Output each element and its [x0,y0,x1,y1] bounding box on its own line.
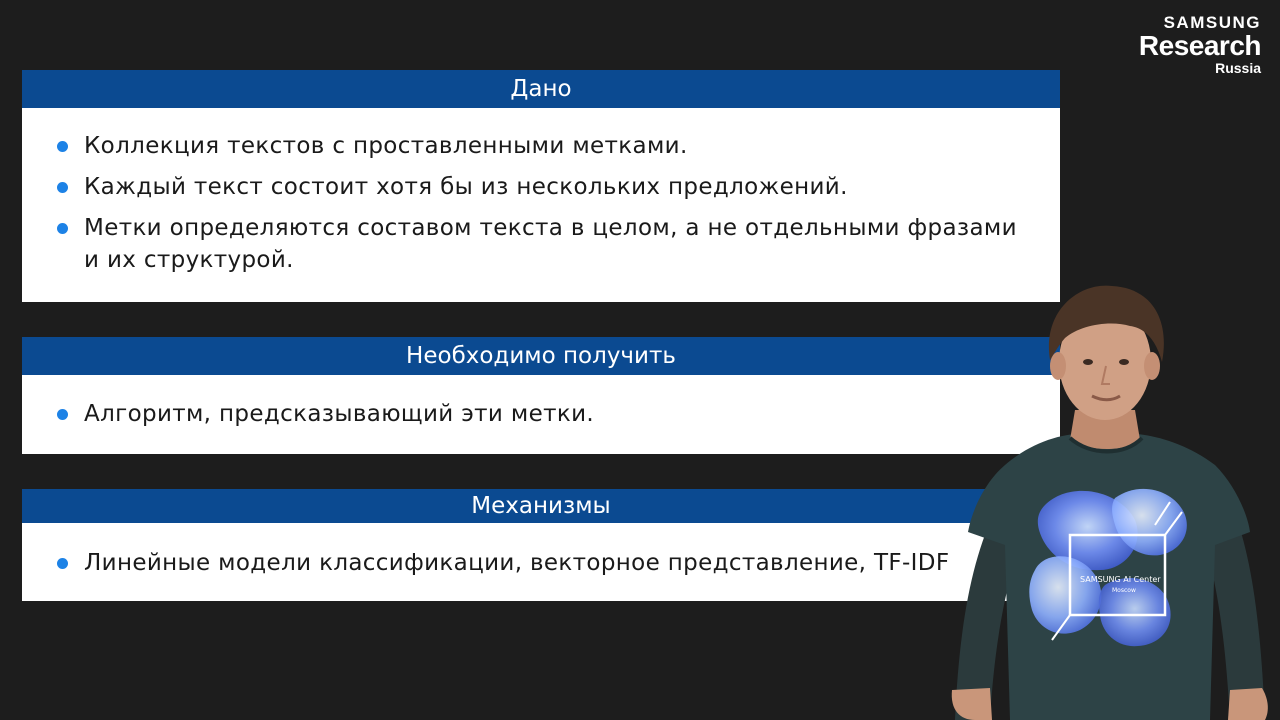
slide-frame: SAMSUNG Research Russia Дано Коллекция т… [0,0,1280,720]
right-ear [1144,352,1160,380]
logo-brand: SAMSUNG [1163,13,1261,32]
list-item-text: Линейные модели классификации, векторное… [84,550,950,576]
logo-region: Russia [1215,60,1261,76]
samsung-research-logo: SAMSUNG Research Russia [1138,13,1262,76]
left-eye [1083,359,1093,365]
presenter-figure: SAMSUNG AI Center Moscow [951,285,1268,720]
list-item: Линейные модели классификации, векторное… [57,547,1020,579]
list-item-text: Алгоритм, предсказывающий эти метки. [84,401,595,427]
bullet-icon [57,409,68,420]
bullet-list: Алгоритм, предсказывающий эти метки. [22,375,1060,430]
bullet-list: Коллекция текстов с проставленными метка… [22,108,1060,276]
bullet-icon [57,182,68,193]
logo-name: Research [1138,30,1262,61]
section-title: Дано [22,70,1060,108]
list-item: Алгоритм, предсказывающий эти метки. [57,398,1020,430]
list-item-text: Каждый текст состоит хотя бы из нескольк… [84,174,848,200]
right-eye [1119,359,1129,365]
section-title: Механизмы [22,489,1060,523]
right-hand [1228,688,1268,720]
section-title: Необходимо получить [22,337,1060,375]
section-mechanisms: Механизмы Линейные модели классификации,… [22,489,1060,601]
section-goal: Необходимо получить Алгоритм, предсказыв… [22,337,1060,454]
shirt-text: SAMSUNG AI Center [1080,575,1161,584]
list-item-text: Коллекция текстов с проставленными метка… [84,133,688,159]
bullet-icon [57,141,68,152]
section-given: Дано Коллекция текстов с проставленными … [22,70,1060,302]
list-item: Каждый текст состоит хотя бы из нескольк… [57,171,1020,203]
list-item: Метки определяются составом текста в цел… [57,212,1020,276]
bullet-icon [57,558,68,569]
list-item-text: Метки определяются составом текста в цел… [84,215,1017,273]
bullet-list: Линейные модели классификации, векторное… [22,523,1060,579]
bullet-icon [57,223,68,234]
shirt-subtext: Moscow [1112,587,1136,594]
list-item: Коллекция текстов с проставленными метка… [57,130,1020,162]
